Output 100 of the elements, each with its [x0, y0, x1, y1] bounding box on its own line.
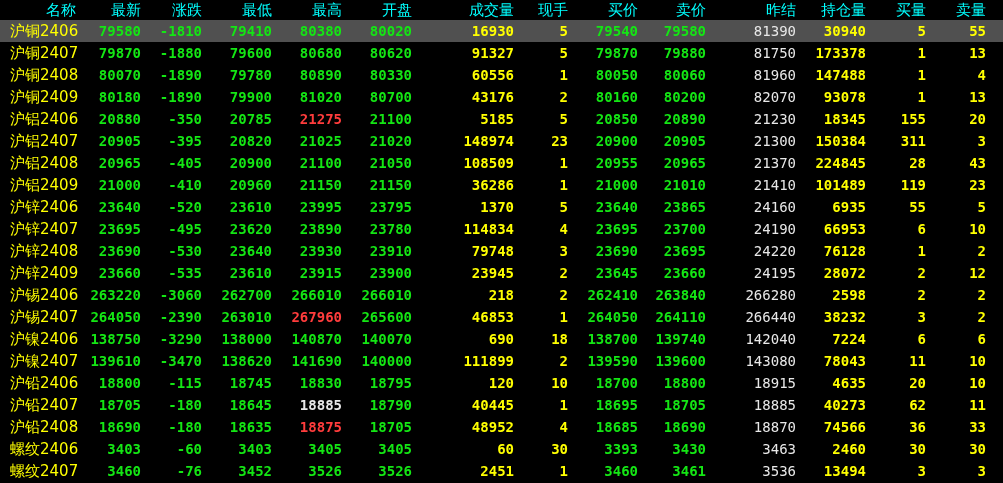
column-header[interactable]: 现手 — [538, 1, 568, 19]
table-cell: 139590 — [587, 352, 638, 370]
table-cell: 80890 — [299, 66, 342, 84]
table-cell: 266010 — [291, 286, 342, 304]
table-cell: 80020 — [369, 22, 412, 40]
table-cell: 4 — [977, 66, 986, 84]
table-cell: 266440 — [745, 308, 796, 326]
column-header[interactable]: 买价 — [608, 1, 638, 19]
table-cell: 263010 — [221, 308, 272, 326]
table-cell: 23660 — [663, 264, 706, 282]
table-cell: 1 — [559, 176, 568, 194]
table-cell: 6935 — [832, 198, 866, 216]
column-header[interactable]: 最新 — [111, 1, 141, 19]
column-header[interactable]: 买量 — [896, 1, 926, 19]
table-cell: 143080 — [745, 352, 796, 370]
table-cell: 4 — [559, 418, 568, 436]
column-header[interactable]: 昨结 — [766, 1, 796, 19]
table-cell: -530 — [168, 242, 202, 260]
column-header[interactable]: 名称 — [46, 1, 76, 19]
contract-name: 沪铝2409 — [10, 176, 79, 194]
table-cell: 30 — [551, 440, 568, 458]
table-cell: 20880 — [98, 110, 141, 128]
table-cell: 82070 — [753, 88, 796, 106]
table-cell: 23645 — [595, 264, 638, 282]
table-cell: 20785 — [229, 110, 272, 128]
table-cell: 20955 — [595, 154, 638, 172]
table-cell: 101489 — [815, 176, 866, 194]
table-cell: -520 — [168, 198, 202, 216]
table-cell: 2451 — [480, 462, 514, 480]
table-cell: 13 — [969, 44, 986, 62]
table-cell: 23910 — [369, 242, 412, 260]
table-cell: 18685 — [595, 418, 638, 436]
table-cell: 18635 — [229, 418, 272, 436]
column-header[interactable]: 持仓量 — [821, 1, 866, 19]
table-cell: 138700 — [587, 330, 638, 348]
table-cell: 21370 — [753, 154, 796, 172]
table-cell: -1810 — [159, 22, 202, 40]
contract-name: 沪铝2407 — [10, 132, 79, 150]
table-cell: 155 — [900, 110, 926, 128]
table-cell: 30 — [969, 440, 986, 458]
column-header[interactable]: 成交量 — [469, 1, 514, 19]
table-cell: 173378 — [815, 44, 866, 62]
table-cell: 311 — [900, 132, 926, 150]
table-cell: 23690 — [98, 242, 141, 260]
table-cell: 20890 — [663, 110, 706, 128]
contract-name: 沪锌2406 — [10, 198, 79, 216]
table-cell: 147488 — [815, 66, 866, 84]
table-cell: 13494 — [823, 462, 866, 480]
table-cell: 80200 — [663, 88, 706, 106]
table-cell: 5185 — [480, 110, 514, 128]
table-cell: -395 — [168, 132, 202, 150]
table-cell: 263220 — [90, 286, 141, 304]
table-cell: 12 — [969, 264, 986, 282]
table-cell: 114834 — [463, 220, 514, 238]
column-header[interactable]: 卖价 — [676, 1, 706, 19]
table-cell: 80380 — [299, 22, 342, 40]
table-cell: 40445 — [471, 396, 514, 414]
table-cell: 23995 — [299, 198, 342, 216]
table-cell: 2 — [559, 352, 568, 370]
table-cell: 23620 — [229, 220, 272, 238]
table-cell: 2598 — [832, 286, 866, 304]
contract-name: 沪铜2406 — [10, 22, 79, 40]
table-cell: 140070 — [361, 330, 412, 348]
table-cell: 20850 — [595, 110, 638, 128]
table-cell: 141690 — [291, 352, 342, 370]
table-cell: 264050 — [587, 308, 638, 326]
table-cell: 23700 — [663, 220, 706, 238]
table-cell: 23640 — [595, 198, 638, 216]
table-cell: 80050 — [595, 66, 638, 84]
table-cell: 18870 — [753, 418, 796, 436]
table-cell: 76128 — [823, 242, 866, 260]
table-cell: 79870 — [595, 44, 638, 62]
table-cell: -405 — [168, 154, 202, 172]
column-header[interactable]: 卖量 — [956, 1, 986, 19]
contract-name: 沪锌2407 — [10, 220, 79, 238]
table-cell: 20900 — [229, 154, 272, 172]
contract-name: 沪镍2407 — [10, 352, 79, 370]
table-cell: 1 — [559, 154, 568, 172]
table-cell: 60556 — [471, 66, 514, 84]
column-header[interactable]: 最高 — [312, 1, 342, 19]
table-cell: 23890 — [299, 220, 342, 238]
table-cell: 21300 — [753, 132, 796, 150]
table-cell: 23660 — [98, 264, 141, 282]
table-cell: 23930 — [299, 242, 342, 260]
table-cell: 11 — [969, 396, 986, 414]
table-cell: 3461 — [672, 462, 706, 480]
table-cell: 79580 — [663, 22, 706, 40]
contract-name: 沪铝2408 — [10, 154, 79, 172]
column-header[interactable]: 最低 — [242, 1, 272, 19]
table-row[interactable]: 沪铜2406 79580 -1810 79410 80380 80020 16930 5 79540 79580 81390 30940 5 55 — [0, 20, 1003, 42]
table-cell: -60 — [176, 440, 202, 458]
table-cell: 13 — [969, 88, 986, 106]
table-cell: 3393 — [604, 440, 638, 458]
table-cell: 2 — [559, 286, 568, 304]
table-cell: 5 — [977, 198, 986, 216]
column-header[interactable]: 开盘 — [382, 1, 412, 19]
table-cell: 18795 — [369, 374, 412, 392]
table-cell: 18705 — [663, 396, 706, 414]
table-cell: -1890 — [159, 66, 202, 84]
column-header[interactable]: 涨跌 — [172, 1, 202, 19]
